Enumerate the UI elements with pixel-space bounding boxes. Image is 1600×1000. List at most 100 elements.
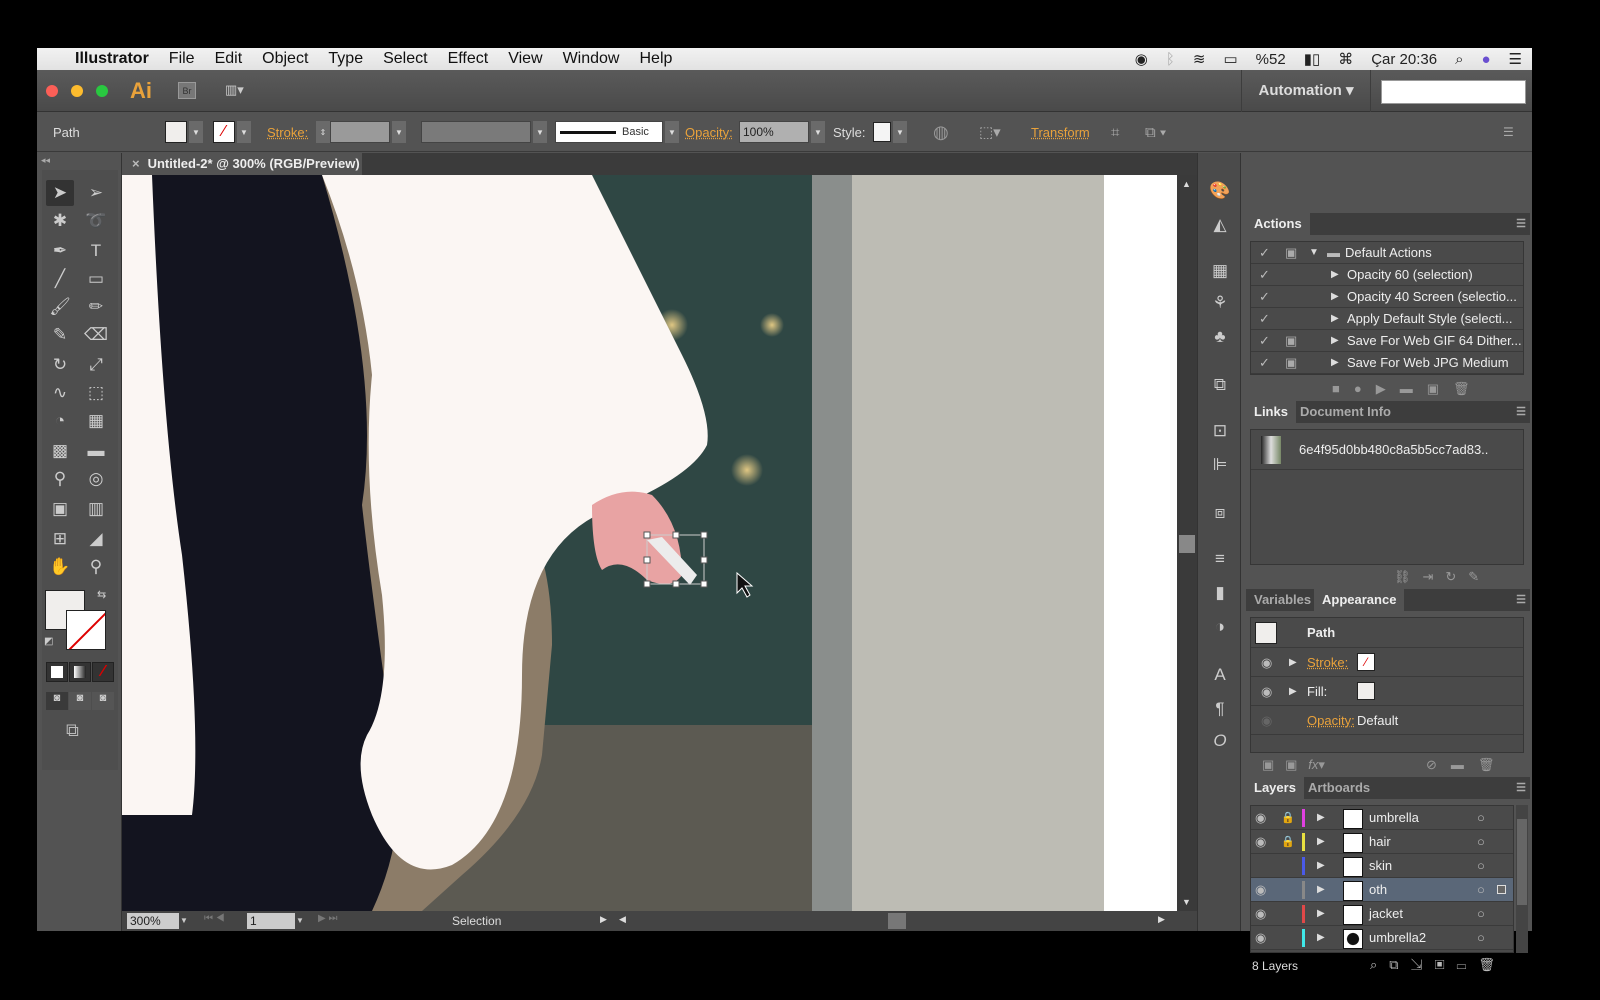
bridge-button[interactable]: Br	[178, 82, 196, 99]
opacity-dropdown[interactable]: ▼	[811, 121, 825, 143]
status-menu-icon[interactable]: ▶	[600, 914, 607, 925]
layer-row[interactable]: ◉ ▶ umbrella2 ○	[1251, 926, 1513, 950]
warp-tool-icon[interactable]: ∿	[46, 380, 74, 406]
wifi-icon[interactable]: ≋	[1193, 50, 1206, 68]
artboard-nav-next-icons[interactable]: ▶ ⏭	[318, 913, 337, 924]
magic-wand-tool-icon[interactable]: ✱	[46, 208, 74, 234]
layer-row[interactable]: ◉ 🔒 ▶ hair ○	[1251, 830, 1513, 854]
check-icon[interactable]: ✓	[1259, 352, 1270, 374]
spotlight-icon[interactable]: ⌕	[1455, 51, 1463, 68]
action-row[interactable]: ✓ ▶ Opacity 40 Screen (selectio...	[1251, 286, 1523, 308]
expand-icon[interactable]: ▶	[1317, 878, 1325, 902]
layers-scroll-thumb[interactable]	[1517, 819, 1527, 905]
horizontal-scroll-thumb[interactable]	[888, 913, 906, 929]
variable-width-profile[interactable]	[421, 121, 531, 143]
check-icon[interactable]: ✓	[1259, 264, 1270, 286]
opacity-field[interactable]: 100%	[739, 121, 809, 143]
none-mode-button[interactable]: ⁄	[92, 662, 114, 682]
check-icon[interactable]: ✓	[1259, 330, 1270, 352]
fill-dropdown[interactable]: ▼	[189, 121, 203, 143]
vertical-scroll-thumb[interactable]	[1179, 535, 1195, 553]
menu-file[interactable]: File	[159, 50, 205, 68]
menu-effect[interactable]: Effect	[438, 50, 499, 68]
target-icon[interactable]: ○	[1477, 830, 1485, 854]
zoom-window-button[interactable]	[96, 85, 108, 97]
stroke-swatch[interactable]: ⁄	[213, 121, 235, 143]
opentype-icon[interactable]: O	[1208, 731, 1232, 753]
menu-help[interactable]: Help	[629, 50, 682, 68]
line-tool-icon[interactable]: ╱	[46, 266, 74, 292]
stroke-color-box[interactable]	[66, 610, 106, 650]
artboard-dropdown[interactable]: ▼	[296, 913, 304, 929]
collapse-tools-icon[interactable]: ◂◂	[41, 155, 50, 166]
close-window-button[interactable]	[46, 85, 58, 97]
transparency-icon[interactable]: ◑	[1208, 617, 1232, 639]
draw-inside-icon[interactable]: ◙	[92, 692, 114, 710]
expand-icon[interactable]: ▶	[1317, 902, 1325, 926]
expand-icon[interactable]: ▶	[1331, 352, 1339, 374]
paintbrush-tool-icon[interactable]: 🖌	[46, 294, 74, 320]
layer-row[interactable]: ◉ 🔒 ▶ umbrella ○	[1251, 806, 1513, 830]
swap-fill-stroke-icon[interactable]: ⇆	[97, 588, 106, 601]
zoom-tool-icon[interactable]: ⚲	[82, 554, 110, 580]
graph-tool-icon[interactable]: ▥	[82, 496, 110, 522]
stroke-weight-field[interactable]	[330, 121, 390, 143]
stroke-label[interactable]: Stroke:	[267, 112, 308, 152]
fill-swatch[interactable]	[165, 121, 187, 143]
eye-icon[interactable]: ◉	[1261, 677, 1272, 706]
tab-variables[interactable]: Variables	[1246, 589, 1319, 611]
color-mode-button[interactable]	[46, 662, 68, 682]
draw-behind-icon[interactable]: ◙	[69, 692, 91, 710]
bluetooth-icon[interactable]: ᛒ	[1166, 51, 1175, 68]
action-row[interactable]: ✓ ▣ ▶ Save For Web JPG Medium	[1251, 352, 1523, 374]
expand-icon[interactable]: ▶	[1289, 677, 1297, 706]
actions-panel-menu-icon[interactable]: ☰	[1516, 213, 1526, 235]
stroke-dropdown[interactable]: ▼	[237, 121, 251, 143]
menu-view[interactable]: View	[498, 50, 552, 68]
selection-handle[interactable]	[643, 580, 651, 588]
stroke-weight-dropdown[interactable]: ▼	[392, 121, 406, 143]
gradient-mode-button[interactable]	[69, 662, 91, 682]
appearance-footer-right-icons[interactable]: ⊘▬🗑	[1426, 757, 1508, 773]
fill-attribute-swatch[interactable]	[1357, 682, 1375, 700]
layer-row[interactable]: ▶ skin ○	[1251, 854, 1513, 878]
workspace-switcher[interactable]: Automation ▾	[1241, 70, 1371, 112]
zoom-field[interactable]: 300%	[127, 913, 179, 929]
eraser-tool-icon[interactable]: ⌫	[82, 322, 110, 348]
menu-window[interactable]: Window	[553, 50, 630, 68]
keyboard-icon[interactable]: ⌘	[1338, 50, 1353, 68]
action-set-row[interactable]: ✓ ▣ ▼ ▬ Default Actions	[1251, 242, 1523, 264]
type-tool-icon[interactable]: T	[82, 238, 110, 264]
selection-handle[interactable]	[643, 556, 651, 564]
artboard-nav-prev-icons[interactable]: ⏮ ◀	[204, 913, 225, 924]
notification-center-icon[interactable]: ☰	[1509, 50, 1522, 68]
style-dropdown[interactable]: ▼	[893, 121, 907, 143]
dialog-toggle-icon[interactable]: ▣	[1285, 330, 1297, 352]
lasso-tool-icon[interactable]: ➰	[82, 208, 110, 234]
layers-footer-icons[interactable]: ⌕⧉⇲▣▭🗑	[1370, 957, 1507, 973]
align-icon[interactable]: ⬚▾	[979, 112, 1001, 152]
action-row[interactable]: ✓ ▶ Apply Default Style (selecti...	[1251, 308, 1523, 330]
lock-icon[interactable]: 🔒	[1281, 830, 1295, 854]
layer-name[interactable]: hair	[1369, 830, 1391, 854]
isolate-icon[interactable]: ⌗	[1111, 112, 1119, 152]
appearance-stroke-row[interactable]: ◉ ▶ Stroke: ⁄	[1251, 648, 1523, 677]
expand-icon[interactable]: ▼	[1309, 242, 1319, 264]
control-panel-menu-icon[interactable]: ☰	[1503, 112, 1514, 152]
eye-icon[interactable]: ◉	[1261, 648, 1272, 677]
zoom-dropdown[interactable]: ▼	[180, 913, 194, 929]
check-icon[interactable]: ✓	[1259, 242, 1270, 264]
eye-icon[interactable]: ◉	[1255, 806, 1266, 830]
layers-panel-menu-icon[interactable]: ☰	[1516, 777, 1526, 799]
opacity-label[interactable]: Opacity:	[685, 112, 733, 152]
color-icon[interactable]: ◭	[1208, 215, 1232, 237]
selection-handle[interactable]	[643, 531, 651, 539]
siri-icon[interactable]: ●	[1481, 51, 1490, 68]
selection-handle[interactable]	[672, 580, 680, 588]
gradient-tool-icon[interactable]: ▬	[82, 438, 110, 464]
target-icon[interactable]: ○	[1477, 926, 1485, 950]
appearance-panel-menu-icon[interactable]: ☰	[1516, 589, 1526, 611]
search-input[interactable]	[1381, 80, 1526, 104]
pencil-tool-icon[interactable]: ✏	[82, 294, 110, 320]
menu-app[interactable]: Illustrator	[61, 50, 159, 68]
